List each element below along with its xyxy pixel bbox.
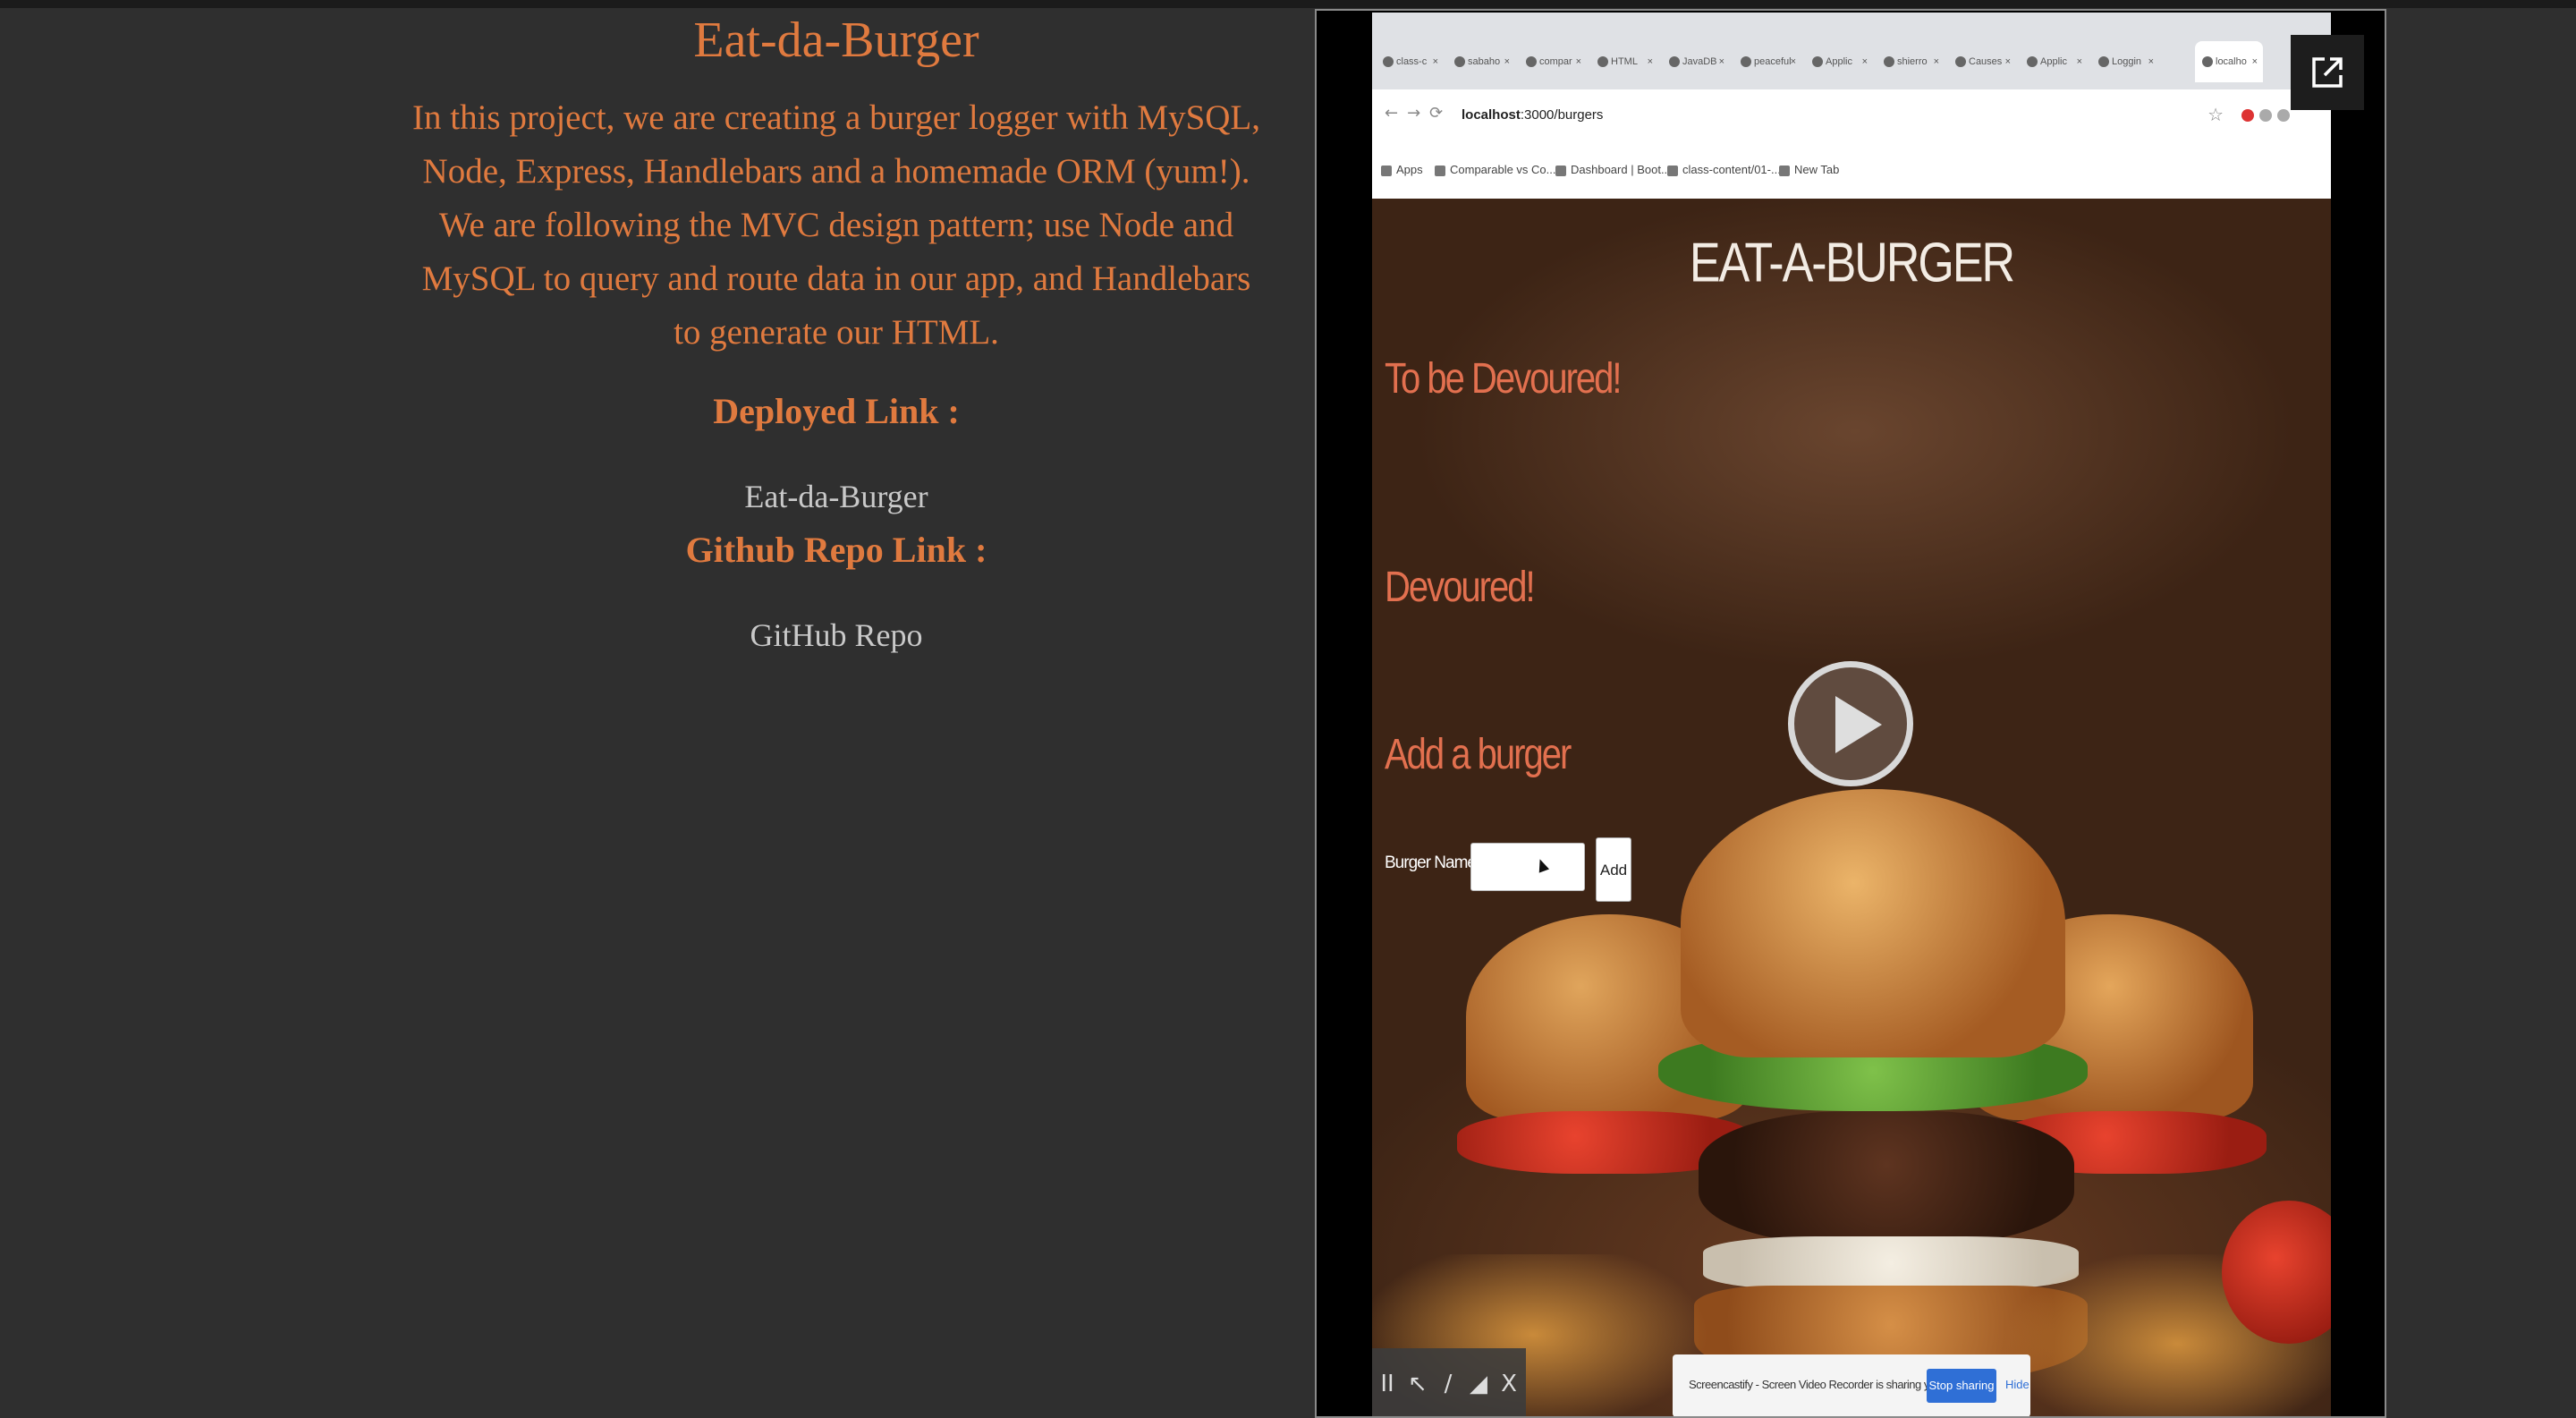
url-text: localhost:3000/burgers: [1462, 107, 1604, 123]
bookmark-item: Apps: [1381, 163, 1423, 176]
burger-top-bun-image: [1681, 789, 2065, 1057]
tab-favicon-icon: [2098, 56, 2109, 68]
bookmark-icon: [1667, 165, 1678, 176]
hide-button: Hide: [2005, 1378, 2029, 1391]
page-title: Eat-da-Burger: [693, 13, 979, 68]
bookmark-icon: [1555, 165, 1566, 176]
browser-nav-icons: ←→⟳: [1385, 104, 1453, 123]
bookmarks-bar: Apps Comparable vs Co... Dashboard | Boo…: [1372, 147, 2331, 200]
tab-favicon-icon: [2027, 56, 2038, 68]
close-icon: ×: [2251, 56, 2258, 67]
browser-tab: HTML ×: [1590, 41, 1658, 82]
top-edge-bar: [0, 0, 2576, 8]
browser-tab-active: localho ×: [2195, 41, 2263, 82]
tab-favicon-icon: [1526, 56, 1537, 68]
browser-tab: peaceful ×: [1733, 41, 1801, 82]
browser-tab: Causes ×: [1948, 41, 2016, 82]
tab-favicon-icon: [1454, 56, 1465, 68]
github-link-heading: Github Repo Link :: [685, 529, 987, 570]
close-icon: ×: [2004, 56, 2011, 67]
to-be-devoured-heading: To be Devoured!: [1385, 355, 1623, 403]
bookmark-icon: [1435, 165, 1445, 176]
burger-name-input: [1470, 843, 1585, 891]
tab-favicon-icon: [2202, 56, 2213, 68]
close-icon: ×: [2148, 56, 2154, 67]
close-icon: ×: [1647, 56, 1653, 67]
close-icon: ×: [1861, 56, 1868, 67]
browser-tab: shierro ×: [1877, 41, 1945, 82]
add-burger-heading: Add a burger: [1385, 731, 1572, 778]
burger-app-page: EAT-A-BURGER To be Devoured! Devoured! A…: [1372, 199, 2331, 1416]
extension-icons: [2241, 109, 2313, 127]
tab-favicon-icon: [1383, 56, 1394, 68]
browser-address-bar: ←→⟳ localhost:3000/burgers ☆: [1372, 89, 2331, 148]
bookmark-star-icon: ☆: [2207, 104, 2224, 125]
close-icon: ×: [1504, 56, 1510, 67]
pause-icon: II: [1380, 1371, 1394, 1397]
devoured-heading: Devoured!: [1385, 564, 1536, 611]
browser-tab: JavaDB ×: [1662, 41, 1730, 82]
deployed-link[interactable]: Eat-da-Burger: [744, 478, 928, 516]
bookmark-icon: [1779, 165, 1790, 176]
video-embed[interactable]: class-c × sabaho × compar × HTML × JavaDB × p…: [1315, 9, 2386, 1418]
close-icon: ×: [2076, 56, 2082, 67]
bookmark-item: New Tab: [1779, 163, 1839, 176]
recorder-toolbar: II ↖ / ◢ X: [1372, 1348, 1526, 1416]
app-title: EAT-A-BURGER: [1689, 232, 2015, 294]
cursor-tool-icon: ↖: [1408, 1371, 1428, 1397]
tab-favicon-icon: [1741, 56, 1751, 68]
tab-favicon-icon: [1884, 56, 1894, 68]
bookmark-item: Comparable vs Co...: [1435, 163, 1556, 176]
external-link-icon: [2312, 57, 2343, 88]
play-icon[interactable]: [1788, 661, 1913, 786]
close-icon: ×: [1718, 56, 1724, 67]
tab-favicon-icon: [1955, 56, 1966, 68]
close-icon: ×: [1432, 56, 1438, 67]
highlighter-tool-icon: ◢: [1470, 1371, 1487, 1397]
readme-panel: Eat-da-Burger In this project, we are cr…: [394, 8, 1279, 655]
screen-share-banner: Screencastify - Screen Video Recorder is…: [1673, 1354, 2030, 1416]
tab-favicon-icon: [1812, 56, 1823, 68]
browser-tab: sabaho ×: [1447, 41, 1515, 82]
close-icon: ×: [1933, 56, 1939, 67]
apps-grid-icon: [1381, 165, 1392, 176]
browser-tab: Applic ×: [2020, 41, 2088, 82]
browser-tab-strip: class-c × sabaho × compar × HTML × JavaDB × p…: [1372, 13, 2331, 98]
github-repo-link[interactable]: GitHub Repo: [750, 616, 923, 655]
project-description: In this project, we are creating a burge…: [412, 98, 1260, 352]
open-in-new-window-button[interactable]: [2291, 35, 2364, 110]
add-button: Add: [1596, 837, 1631, 902]
bookmark-item: Dashboard | Boot...: [1555, 163, 1671, 176]
stop-sharing-button: Stop sharing: [1927, 1369, 1996, 1403]
browser-tab: class-c ×: [1376, 41, 1444, 82]
close-icon: ×: [1790, 56, 1796, 67]
close-icon: X: [1501, 1371, 1517, 1397]
browser-tab: Applic ×: [1805, 41, 1873, 82]
video-frame[interactable]: class-c × sabaho × compar × HTML × JavaDB × p…: [1372, 13, 2331, 1416]
pen-tool-icon: /: [1444, 1371, 1453, 1397]
tab-favicon-icon: [1669, 56, 1680, 68]
bookmark-item: class-content/01-...: [1667, 163, 1781, 176]
deployed-link-heading: Deployed Link :: [713, 390, 960, 431]
burger-name-label: Burger Name:: [1385, 853, 1480, 872]
close-icon: ×: [1575, 56, 1581, 67]
burger-patty-image: [1699, 1111, 2074, 1245]
browser-tab: Loggin ×: [2091, 41, 2159, 82]
browser-tab: compar ×: [1519, 41, 1587, 82]
tab-favicon-icon: [1597, 56, 1608, 68]
